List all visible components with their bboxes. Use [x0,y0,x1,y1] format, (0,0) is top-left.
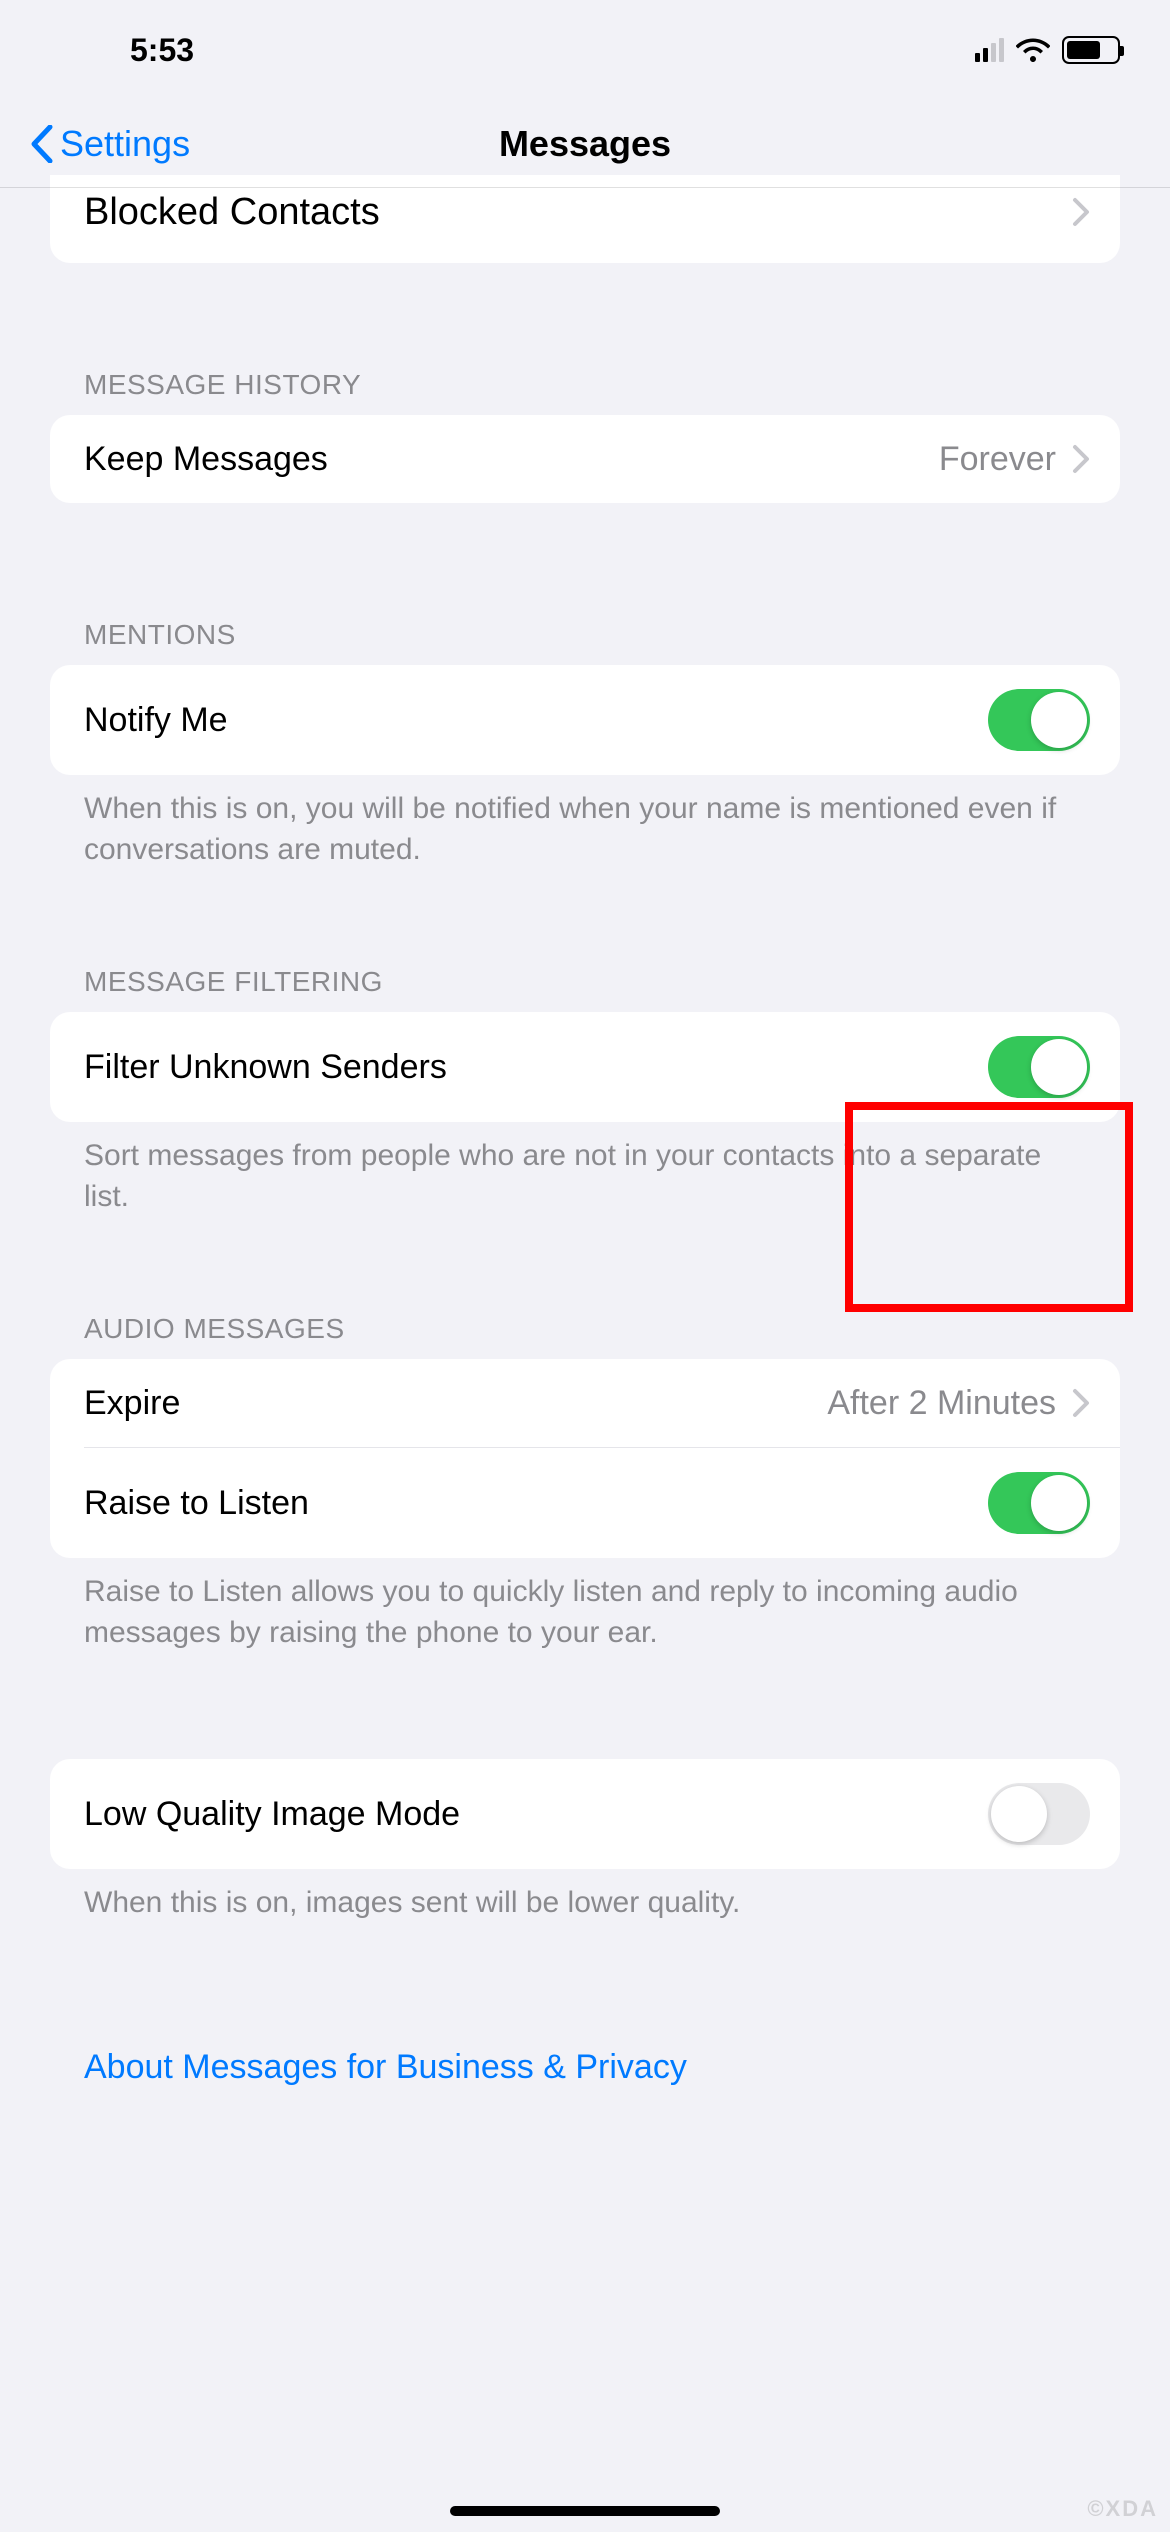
low-quality-label: Low Quality Image Mode [84,1795,988,1834]
notify-me-toggle[interactable] [988,689,1090,751]
raise-to-listen-row: Raise to Listen [50,1448,1120,1558]
chevron-right-icon [1072,444,1090,474]
expire-value: After 2 Minutes [827,1384,1056,1423]
status-icons [975,36,1120,64]
home-indicator[interactable] [450,2506,720,2516]
keep-messages-row[interactable]: Keep Messages Forever [50,415,1120,503]
raise-to-listen-toggle[interactable] [988,1472,1090,1534]
section-header-audio: AUDIO MESSAGES [50,1313,1120,1359]
status-time: 5:53 [130,32,194,69]
section-footer-low-quality: When this is on, images sent will be low… [50,1869,1120,1924]
status-bar: 5:53 [0,0,1170,100]
cell-group-partial: Blocked Contacts [50,175,1120,263]
back-label: Settings [60,123,190,165]
cell-group-audio: Expire After 2 Minutes Raise to Listen [50,1359,1120,1558]
cell-group-low-quality: Low Quality Image Mode [50,1759,1120,1869]
low-quality-row: Low Quality Image Mode [50,1759,1120,1869]
expire-label: Expire [84,1384,827,1423]
back-button[interactable]: Settings [30,123,190,165]
nav-bar: Settings Messages [0,100,1170,188]
section-footer-audio: Raise to Listen allows you to quickly li… [50,1558,1120,1653]
notify-me-row: Notify Me [50,665,1120,775]
section-header-mentions: MENTIONS [50,619,1120,665]
wifi-icon [1016,38,1050,62]
chevron-right-icon [1072,197,1090,227]
keep-messages-label: Keep Messages [84,440,939,479]
low-quality-toggle[interactable] [988,1783,1090,1845]
chevron-right-icon [1072,1388,1090,1418]
blocked-contacts-row[interactable]: Blocked Contacts [50,175,1120,263]
section-header-filtering: MESSAGE FILTERING [50,966,1120,1012]
filter-unknown-label: Filter Unknown Senders [84,1048,988,1087]
notify-me-label: Notify Me [84,701,988,740]
filter-unknown-toggle[interactable] [988,1036,1090,1098]
battery-icon [1062,36,1120,64]
chevron-left-icon [30,125,54,163]
watermark: ©XDA [1087,2496,1158,2522]
cell-group-history: Keep Messages Forever [50,415,1120,503]
cell-group-mentions: Notify Me [50,665,1120,775]
raise-to-listen-label: Raise to Listen [84,1484,988,1523]
cell-group-filtering: Filter Unknown Senders [50,1012,1120,1122]
section-footer-mentions: When this is on, you will be notified wh… [50,775,1120,870]
section-footer-filtering: Sort messages from people who are not in… [50,1122,1120,1217]
keep-messages-value: Forever [939,440,1056,479]
section-header-history: MESSAGE HISTORY [50,369,1120,415]
blocked-contacts-label: Blocked Contacts [84,191,1072,234]
filter-unknown-row: Filter Unknown Senders [50,1012,1120,1122]
expire-row[interactable]: Expire After 2 Minutes [50,1359,1120,1447]
about-messages-link[interactable]: About Messages for Business & Privacy [50,2020,1120,2115]
cellular-signal-icon [975,38,1004,62]
